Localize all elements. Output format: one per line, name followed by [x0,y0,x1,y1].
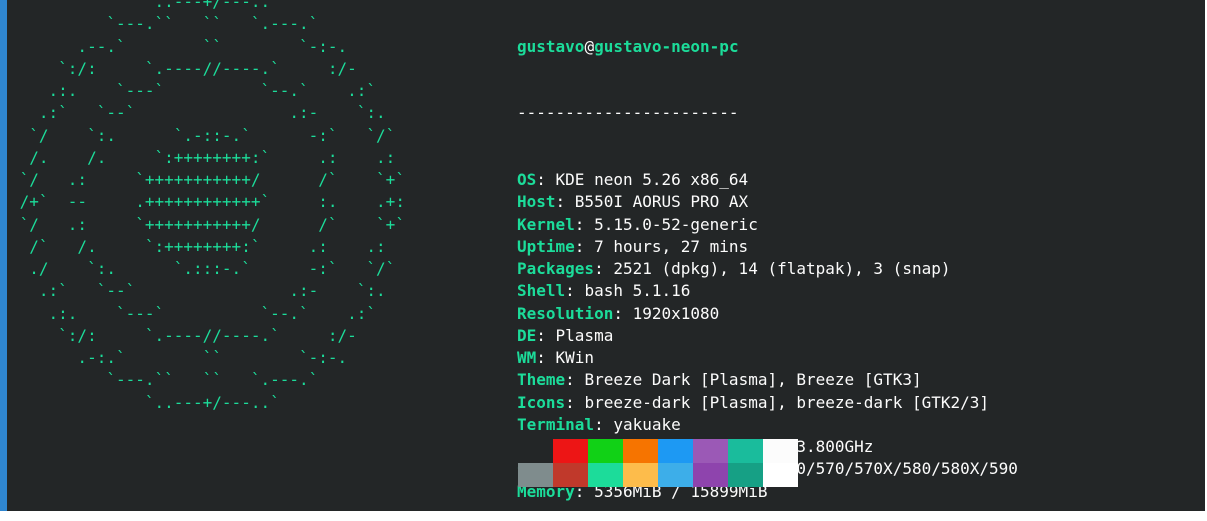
bright-swatch-3 [623,463,658,487]
bright-swatch-5 [693,463,728,487]
bright-swatch-6 [728,463,763,487]
info-key: Shell [517,281,566,301]
normal-swatch-1 [553,439,588,463]
info-line-kernel: Kernel: 5.15.0-52-generic [517,214,758,234]
normal-swatch-2 [588,439,623,463]
info-line-packages: Packages: 2521 (dpkg), 14 (flatpak), 3 (… [517,259,951,278]
system-info-panel: gustavo@gustavo-neon-pc ----------------… [517,0,1018,511]
info-value: 7 hours, 27 mins [594,236,749,256]
info-key: Resolution [517,303,614,323]
distro-ascii-logo: `..---+/---..` `---.`` `` `.---.` .--.` … [19,0,405,412]
info-key: WM [517,348,537,367]
info-key: Packages [517,259,595,278]
info-value: 5.15.0-52-generic [594,214,758,234]
info-key: Uptime [517,236,575,256]
palette-normal-row [518,439,798,463]
info-value: KDE neon 5.26 x86_64 [555,170,749,189]
info-line-shell: Shell: bash 5.1.16 [517,281,691,301]
bright-swatch-4 [658,463,693,487]
info-key: Terminal [517,414,595,434]
info-value: 2521 (dpkg), 14 (flatpak), 3 (snap) [613,259,951,278]
hostname: gustavo-neon-pc [594,36,739,56]
normal-swatch-7 [763,439,798,463]
info-line-os: OS: KDE neon 5.26 x86_64 [517,170,749,189]
info-value: 1920x1080 [632,303,720,323]
info-line-de: DE: Plasma [517,325,614,345]
info-line-terminal: Terminal: yakuake [517,414,681,434]
info-value: bash 5.1.16 [584,281,691,301]
info-key: DE [517,325,537,345]
terminal-window[interactable]: `..---+/---..` `---.`` `` `.---.` .--.` … [0,0,1205,511]
at-sign: @ [584,36,595,56]
info-key: Kernel [517,214,575,234]
username: gustavo [517,36,585,56]
bright-swatch-1 [553,463,588,487]
color-palette [518,439,798,487]
normal-swatch-4 [658,439,693,463]
bright-swatch-0 [518,463,553,487]
info-key: Host [517,192,556,212]
info-value: breeze-dark [Plasma], breeze-dark [GTK2/… [584,392,990,412]
info-value: B550I AORUS PRO AX [574,192,749,212]
bright-swatch-7 [763,463,798,487]
info-line-icons: Icons: breeze-dark [Plasma], breeze-dark… [517,392,990,412]
info-value: Breeze Dark [Plasma], Breeze [GTK3] [584,370,922,390]
info-line-uptime: Uptime: 7 hours, 27 mins [517,236,749,256]
info-value: Plasma [555,325,614,345]
normal-swatch-5 [693,439,728,463]
palette-bright-row [518,463,798,487]
info-line-theme: Theme: Breeze Dark [Plasma], Breeze [GTK… [517,370,922,390]
normal-swatch-0 [518,439,553,463]
title-separator: ----------------------- [517,103,739,123]
info-line-host: Host: B550I AORUS PRO AX [517,192,749,212]
info-value: KWin [555,348,595,367]
bright-swatch-2 [588,463,623,487]
info-key: OS [517,170,537,189]
normal-swatch-3 [623,439,658,463]
normal-swatch-6 [728,439,763,463]
info-key: Icons [517,392,566,412]
info-value: yakuake [613,414,681,434]
user-host-title: gustavo@gustavo-neon-pc [517,36,1018,58]
info-key: Theme [517,370,566,390]
info-line-wm: WM: KWin [517,348,595,367]
info-line-resolution: Resolution: 1920x1080 [517,303,720,323]
